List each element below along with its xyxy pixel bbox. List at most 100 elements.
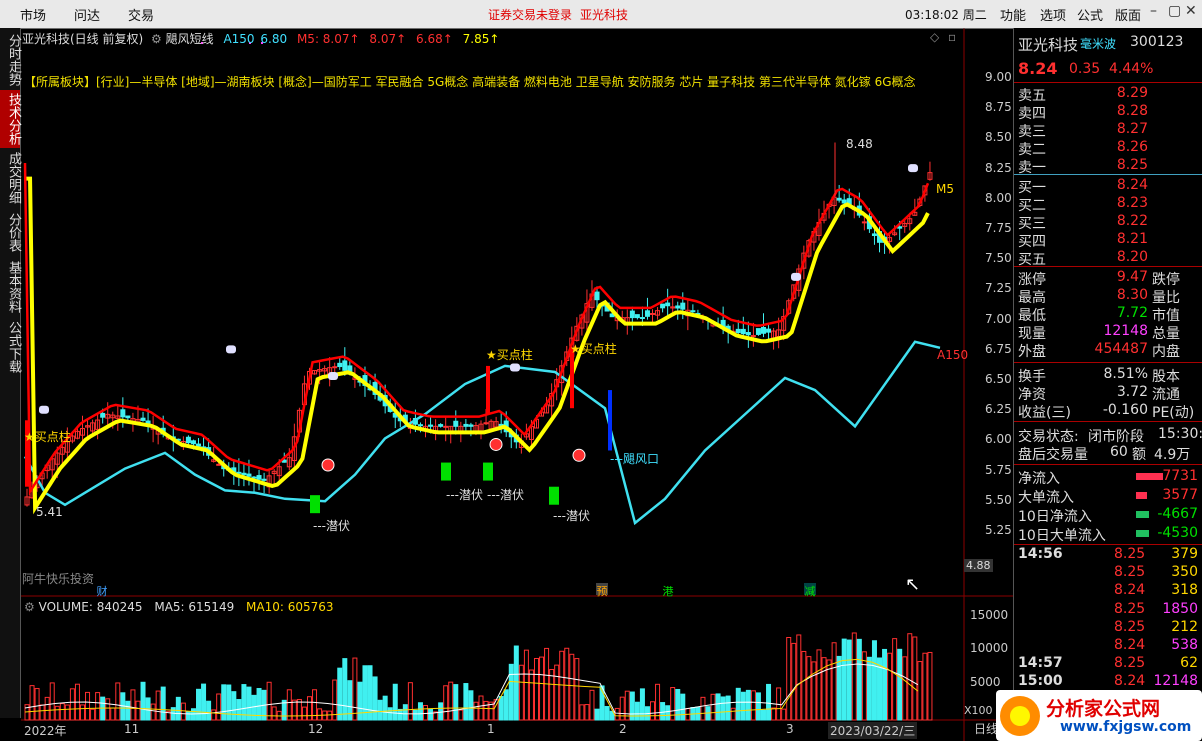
low-label: 5.41 bbox=[36, 505, 63, 519]
hide-label-1: ---潜伏 bbox=[313, 519, 350, 533]
box-icon[interactable]: ▫ bbox=[948, 30, 956, 44]
menu-function[interactable]: 功能 bbox=[1000, 5, 1026, 24]
tick-time: 14:57 bbox=[1018, 655, 1063, 672]
fxjgsw-logo: 分析家公式网 www.fxjgsw.com bbox=[996, 690, 1202, 741]
volume-bar bbox=[725, 695, 731, 721]
bid-row[interactable]: 买三 8.22 bbox=[1018, 213, 1198, 232]
a150-tag: A150 bbox=[937, 348, 969, 362]
x-tick-1: 1 bbox=[487, 722, 495, 736]
candle-body bbox=[660, 303, 666, 309]
volume-bar bbox=[856, 638, 862, 721]
bid-row[interactable]: 买一 8.24 bbox=[1018, 177, 1198, 196]
stat2-row[interactable]: 净资 3.72 流通 bbox=[1018, 384, 1198, 403]
tab-technical[interactable]: 技术分析 bbox=[0, 90, 21, 148]
volume-bar bbox=[503, 689, 509, 721]
volume-bar bbox=[387, 707, 393, 721]
ask-row[interactable]: 卖一 8.25 bbox=[1018, 157, 1198, 176]
m5-label: M5: 8.07 bbox=[296, 32, 350, 46]
tab-intraday[interactable]: 分时走势 bbox=[0, 32, 21, 88]
stock-tag[interactable]: 毫米波 bbox=[1080, 35, 1116, 52]
tick-row: 8.24 538 bbox=[1018, 637, 1198, 655]
close-icon[interactable]: ✕ bbox=[1185, 3, 1197, 19]
volume-bar bbox=[382, 695, 388, 721]
candle-body bbox=[740, 328, 746, 335]
tick-price: 8.25 bbox=[1114, 546, 1146, 562]
tab-trades[interactable]: 成交明细 bbox=[0, 150, 21, 206]
login-warning[interactable]: 证券交易未登录 bbox=[488, 6, 572, 23]
stat-row[interactable]: 最高 8.30 量比 bbox=[1018, 287, 1198, 306]
stat-row[interactable]: 外盘 454487 内盘 bbox=[1018, 341, 1198, 360]
candle-body bbox=[634, 314, 640, 319]
flower-logo-center bbox=[1010, 706, 1030, 726]
stat-row[interactable]: 涨停 9.47 跌停 bbox=[1018, 269, 1198, 288]
volume-bar bbox=[362, 665, 368, 721]
volume-bar bbox=[448, 681, 454, 721]
volume-ma5: MA5: 615149 bbox=[154, 600, 235, 614]
volume-bar bbox=[513, 645, 519, 721]
event-pre[interactable]: 预 bbox=[596, 583, 608, 598]
after-amount: 4.9万 bbox=[1154, 447, 1191, 463]
volume-bar bbox=[34, 688, 40, 721]
volume-bar bbox=[841, 638, 847, 721]
menu-layout[interactable]: 版面 bbox=[1115, 5, 1141, 24]
price-tick: 6.50 bbox=[985, 372, 1012, 386]
menu-trade[interactable]: 交易 bbox=[128, 5, 154, 24]
row-label: 卖三 bbox=[1018, 124, 1046, 140]
candle-body bbox=[428, 424, 434, 427]
stat2-row[interactable]: 换手 8.51% 股本 bbox=[1018, 366, 1198, 385]
row-right-label: 股本 bbox=[1152, 369, 1180, 385]
candle-body bbox=[120, 409, 126, 418]
tick-row: 8.25 1850 bbox=[1018, 601, 1198, 619]
bid-row[interactable]: 买五 8.20 bbox=[1018, 249, 1198, 268]
menu-market[interactable]: 市场 bbox=[20, 5, 46, 24]
menu-formula[interactable]: 公式 bbox=[1077, 5, 1103, 24]
volume-bar bbox=[392, 683, 398, 721]
minimize-icon[interactable]: – bbox=[1150, 3, 1157, 19]
chart-title[interactable]: 亚光科技(日线 前复权) bbox=[22, 32, 143, 46]
settings-icon[interactable]: ⚙ bbox=[24, 600, 35, 614]
ask-row[interactable]: 卖四 8.28 bbox=[1018, 103, 1198, 122]
flow-value: -4530 bbox=[1157, 525, 1198, 541]
candle-body bbox=[332, 366, 338, 369]
stat-row[interactable]: 最低 7.72 市值 bbox=[1018, 305, 1198, 324]
bid-row[interactable]: 买二 8.23 bbox=[1018, 195, 1198, 214]
ask-row[interactable]: 卖五 8.29 bbox=[1018, 85, 1198, 104]
event-reduce[interactable]: 减 bbox=[804, 583, 816, 598]
indicator-name[interactable]: 飓风短线 bbox=[166, 32, 214, 46]
price-tick: 8.75 bbox=[985, 100, 1012, 115]
price-tick: 7.25 bbox=[985, 281, 1012, 296]
volume-bar bbox=[175, 696, 181, 721]
kline-chart[interactable] bbox=[21, 28, 1013, 741]
candle-body bbox=[836, 197, 842, 201]
volume-bar bbox=[95, 692, 101, 721]
row-value: 8.28 bbox=[1116, 103, 1148, 119]
event-fin[interactable]: 财 bbox=[96, 583, 108, 598]
volume-header: ⚙ VOLUME: 840245 MA5: 615149 MA10: 60576… bbox=[24, 600, 334, 614]
volume-bar bbox=[917, 661, 923, 721]
maximize-icon[interactable]: ▢ bbox=[1168, 3, 1181, 19]
ask-row[interactable]: 卖三 8.27 bbox=[1018, 121, 1198, 140]
event-hk[interactable]: 港 bbox=[662, 583, 674, 598]
volume-bar bbox=[29, 685, 35, 721]
row-value: 8.29 bbox=[1116, 85, 1148, 101]
candle-body bbox=[246, 473, 252, 477]
volume-bar bbox=[846, 639, 852, 721]
tab-formula-download[interactable]: 公式下载 bbox=[0, 318, 21, 376]
menu-wenda[interactable]: 问达 bbox=[74, 5, 100, 24]
settings-icon[interactable]: ⚙ bbox=[151, 32, 162, 46]
stat2-row[interactable]: 收益(三) -0.160 PE(动) bbox=[1018, 402, 1198, 421]
diamond-icon[interactable]: ◇ bbox=[930, 30, 939, 44]
volume-bar bbox=[639, 688, 645, 721]
volume-bar bbox=[871, 640, 877, 721]
stat-row[interactable]: 现量 12148 总量 bbox=[1018, 323, 1198, 342]
tab-fundamentals[interactable]: 基本资料 bbox=[0, 258, 21, 316]
a150-label: A150 bbox=[223, 32, 255, 46]
tab-price-table[interactable]: 分价表 bbox=[0, 210, 21, 254]
candle-body bbox=[443, 425, 449, 428]
volume-bar bbox=[44, 696, 50, 721]
volume-bar bbox=[125, 700, 131, 721]
cup-icon bbox=[510, 363, 520, 372]
ask-row[interactable]: 卖二 8.26 bbox=[1018, 139, 1198, 158]
menu-options[interactable]: 选项 bbox=[1040, 5, 1066, 24]
bid-row[interactable]: 买四 8.21 bbox=[1018, 231, 1198, 250]
